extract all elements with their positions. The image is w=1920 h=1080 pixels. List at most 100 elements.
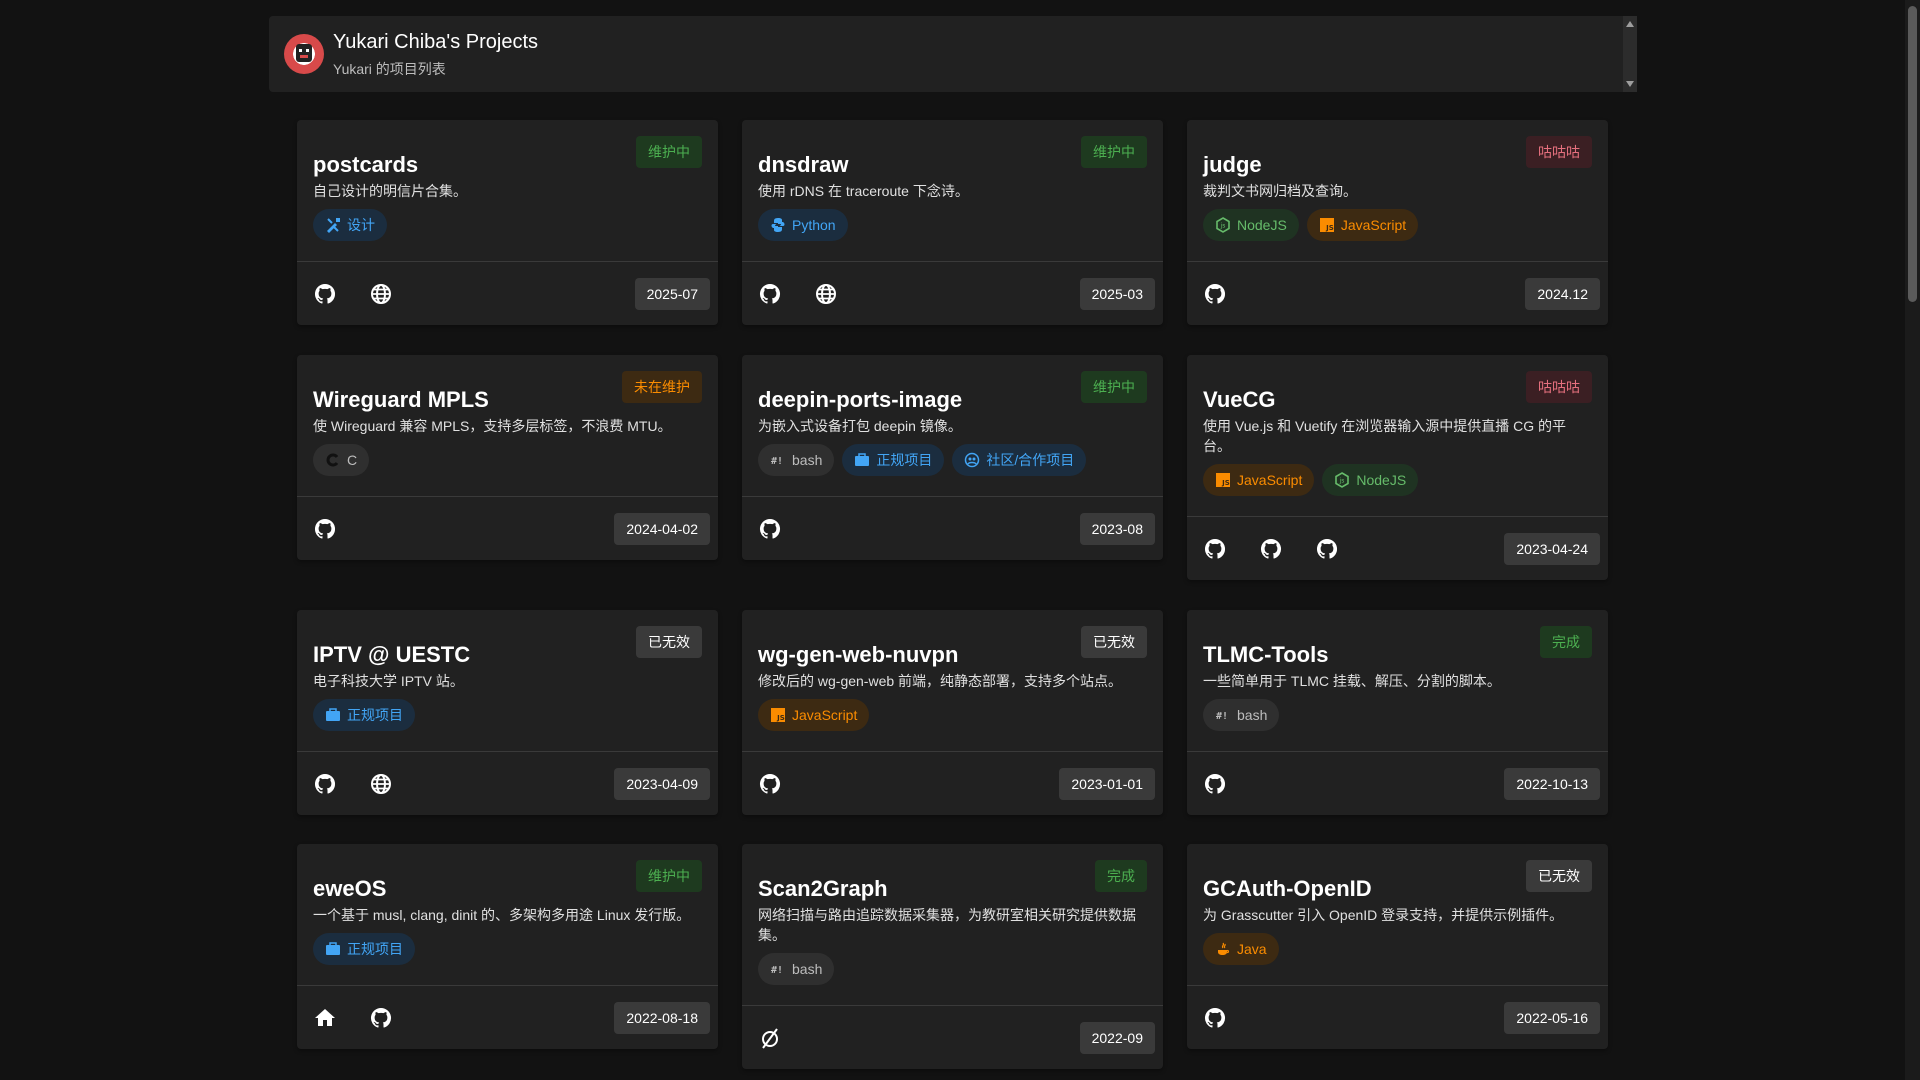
project-description: 为 Grasscutter 引入 OpenID 登录支持，并提供示例插件。 xyxy=(1203,907,1564,923)
github-icon[interactable] xyxy=(1203,1006,1227,1030)
github-icon[interactable] xyxy=(758,517,782,541)
page-subtitle: Yukari 的项目列表 xyxy=(333,61,446,77)
project-description: 一些简单用于 TLMC 挂载、解压、分割的脚本。 xyxy=(1203,673,1501,689)
github-icon[interactable] xyxy=(1203,537,1227,561)
project-description: 使用 Vue.js 和 Vuetify 在浏览器输入源中提供直播 CG 的平台。 xyxy=(1203,418,1567,454)
project-description: 电子科技大学 IPTV 站。 xyxy=(313,673,464,689)
tag-chip[interactable]: Python xyxy=(758,209,848,241)
tag-label: 设计 xyxy=(347,217,375,233)
github-icon[interactable] xyxy=(758,772,782,796)
avatar[interactable] xyxy=(284,34,324,74)
tag-chip[interactable]: #! bash xyxy=(1203,699,1280,731)
github-icon[interactable] xyxy=(758,282,782,306)
home-icon[interactable] xyxy=(313,1006,337,1030)
project-description: 网络扫描与路由追踪数据采集器，为教研室相关研究提供数据集。 xyxy=(758,907,1136,943)
project-card: 咕咕咕 judge 裁判文书网归档及查询。 js NodeJS JS JavaS… xyxy=(1187,120,1608,325)
project-card: 维护中 dnsdraw 使用 rDNS 在 traceroute 下念诗。 Py… xyxy=(742,120,1163,325)
globe-icon[interactable] xyxy=(369,772,393,796)
globe-icon[interactable] xyxy=(369,282,393,306)
app-header: Yukari Chiba's Projects Yukari 的项目列表 xyxy=(269,16,1637,92)
card-actions: 2022-08-18 xyxy=(297,985,718,1049)
page-scrollbar[interactable] xyxy=(1905,0,1920,1080)
empty-set-icon xyxy=(758,1026,782,1050)
bash-icon: #! xyxy=(770,961,786,977)
tag-chip[interactable]: #! bash xyxy=(758,444,835,476)
tag-chip[interactable]: js NodeJS xyxy=(1322,464,1419,496)
tag-chip[interactable]: js NodeJS xyxy=(1203,209,1299,241)
project-links xyxy=(758,282,838,306)
project-title: Scan2Graph xyxy=(758,876,888,901)
page-title: Yukari Chiba's Projects xyxy=(333,31,539,53)
scrollbar-thumb[interactable] xyxy=(1908,6,1917,302)
design-icon xyxy=(325,217,341,233)
tag-chip[interactable]: 社区/合作项目 xyxy=(952,444,1087,476)
tag-label: bash xyxy=(792,961,823,977)
status-badge: 完成 xyxy=(1540,626,1592,658)
tag-chip[interactable]: #! bash xyxy=(758,953,835,985)
status-badge: 维护中 xyxy=(1081,371,1147,403)
project-card: 维护中 postcards 自己设计的明信片合集。 设计 2025-07 xyxy=(297,120,718,325)
status-badge: 咕咕咕 xyxy=(1526,371,1592,403)
tag-chip[interactable]: 正规项目 xyxy=(313,699,415,731)
tag-chip[interactable]: 正规项目 xyxy=(842,444,945,476)
tag-chip[interactable]: C xyxy=(313,444,370,476)
tag-chip[interactable]: JS JavaScript xyxy=(1306,209,1419,241)
github-icon[interactable] xyxy=(313,517,337,541)
tag-list: js NodeJS JS JavaScript xyxy=(1203,209,1592,241)
project-card: 咕咕咕 VueCG 使用 Vue.js 和 Vuetify 在浏览器输入源中提供… xyxy=(1187,355,1608,580)
briefcase-icon xyxy=(325,941,341,957)
project-description: 修改后的 wg-gen-web 前端，纯静态部署，支持多个站点。 xyxy=(758,673,1123,689)
project-links xyxy=(758,772,782,796)
card-actions: 2025-07 xyxy=(297,261,718,325)
card-actions: 2022-09 xyxy=(742,1005,1163,1069)
project-card: 完成 Scan2Graph 网络扫描与路由追踪数据采集器，为教研室相关研究提供数… xyxy=(742,844,1163,1069)
card-actions: 2023-01-01 xyxy=(742,751,1163,815)
github-icon[interactable] xyxy=(369,1006,393,1030)
tag-label: C xyxy=(347,452,358,468)
svg-text:JS: JS xyxy=(776,714,785,722)
scroll-up-arrow-icon[interactable] xyxy=(1626,21,1634,27)
status-badge: 维护中 xyxy=(636,860,702,892)
tag-chip[interactable]: 正规项目 xyxy=(313,933,415,965)
header-scrollbar[interactable] xyxy=(1623,16,1637,92)
globe-icon[interactable] xyxy=(814,282,838,306)
project-description: 自己设计的明信片合集。 xyxy=(313,183,467,199)
java-icon xyxy=(1215,941,1231,957)
github-icon[interactable] xyxy=(1203,282,1227,306)
svg-text:js: js xyxy=(1220,223,1226,230)
project-date: 2024.12 xyxy=(1525,278,1600,310)
project-date: 2022-08-18 xyxy=(614,1002,710,1034)
scroll-down-arrow-icon[interactable] xyxy=(1626,81,1634,87)
card-actions: 2024.12 xyxy=(1187,261,1608,325)
tag-chip[interactable]: JS JavaScript xyxy=(758,699,870,731)
briefcase-icon xyxy=(325,707,341,723)
bash-icon: #! xyxy=(770,452,786,468)
github-icon[interactable] xyxy=(1203,772,1227,796)
svg-text:JS: JS xyxy=(1325,224,1334,232)
tag-label: 社区/合作项目 xyxy=(986,452,1075,468)
tag-label: JavaScript xyxy=(1237,472,1303,488)
tag-list: #! bash xyxy=(758,953,1147,985)
project-links xyxy=(758,517,782,541)
tag-chip[interactable]: Java xyxy=(1203,933,1279,965)
github-icon[interactable] xyxy=(313,282,337,306)
project-links xyxy=(313,772,393,796)
project-description: 裁判文书网归档及查询。 xyxy=(1203,183,1357,199)
project-links xyxy=(1203,772,1227,796)
community-icon xyxy=(964,452,980,468)
svg-text:#!: #! xyxy=(771,456,783,467)
tag-chip[interactable]: JS JavaScript xyxy=(1203,464,1315,496)
project-description: 使用 rDNS 在 traceroute 下念诗。 xyxy=(758,183,969,199)
project-description: 使 Wireguard 兼容 MPLS，支持多层标签，不浪费 MTU。 xyxy=(313,418,672,434)
github-icon[interactable] xyxy=(1315,537,1339,561)
github-icon[interactable] xyxy=(313,772,337,796)
tag-list: Python xyxy=(758,209,1147,241)
project-date: 2022-09 xyxy=(1079,1022,1155,1054)
project-card: 已无效 wg-gen-web-nuvpn 修改后的 wg-gen-web 前端，… xyxy=(742,610,1163,815)
svg-text:#!: #! xyxy=(771,965,783,976)
github-icon[interactable] xyxy=(1259,537,1283,561)
tag-list: C xyxy=(313,444,702,476)
nodejs-icon: js xyxy=(1334,472,1350,488)
status-badge: 维护中 xyxy=(1081,136,1147,168)
tag-chip[interactable]: 设计 xyxy=(313,209,387,241)
